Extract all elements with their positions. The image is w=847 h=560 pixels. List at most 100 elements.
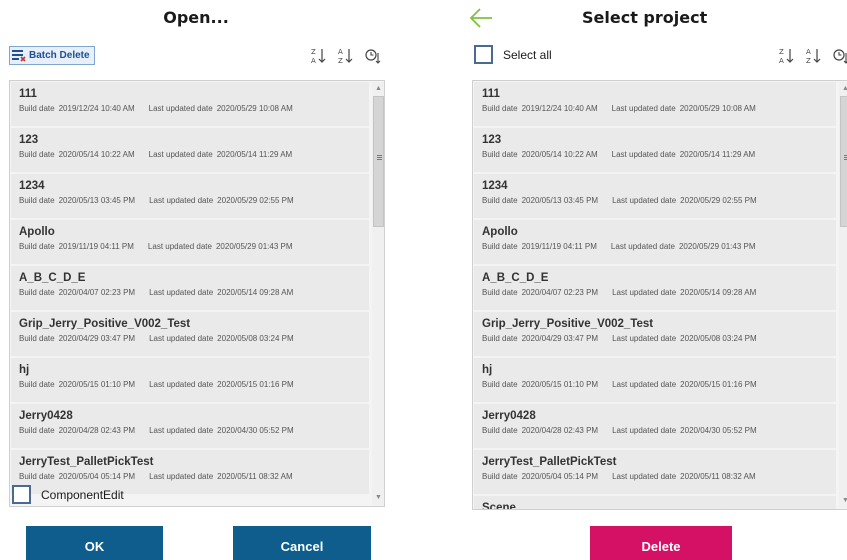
- project-dates: Build date 2020/04/28 02:43 PM Last update…: [482, 425, 836, 437]
- component-edit-checkbox[interactable]: ComponentEdit: [12, 485, 124, 504]
- build-date-value: 2020/04/28 02:43 PM: [521, 426, 599, 435]
- build-date-value: 2020/05/04 05:14 PM: [521, 472, 599, 481]
- project-dates: Build date 2019/12/24 10:40 AM Last update…: [19, 103, 369, 115]
- list-item[interactable]: 1234 Build date 2020/05/13 03:45 PM Last up…: [11, 174, 369, 218]
- sort-a-z-icon[interactable]: AZ: [338, 47, 354, 65]
- list-item[interactable]: Jerry0428 Build date 2020/04/28 02:43 PM La…: [474, 404, 836, 448]
- list-item[interactable]: A_B_C_D_E Build date 2020/04/07 02:23 PM La…: [11, 266, 369, 310]
- list-item[interactable]: hj Build date 2020/05/15 01:10 PM Last upda…: [474, 358, 836, 402]
- project-name: Jerry0428: [19, 410, 73, 422]
- sort-by-time-icon[interactable]: [365, 47, 381, 65]
- build-date-label: Build date: [482, 426, 518, 435]
- project-name: 123: [482, 134, 502, 146]
- project-dates: Build date 2019/12/24 10:40 AM Last update…: [482, 103, 836, 115]
- scroll-down-icon[interactable]: ▼: [839, 494, 847, 508]
- build-date-value: 2020/05/14 10:22 AM: [521, 150, 598, 159]
- sort-z-a-icon[interactable]: ZA: [311, 47, 327, 65]
- build-date-value: 2020/04/28 02:43 PM: [58, 426, 136, 435]
- project-list-items: 111 Build date 2019/12/24 10:40 AM Last upd…: [474, 82, 836, 509]
- list-item[interactable]: 111 Build date 2019/12/24 10:40 AM Last upd…: [474, 82, 836, 126]
- project-dates: Build date 2020/05/15 01:10 PM Last update…: [19, 379, 369, 391]
- build-date-label: Build date: [19, 104, 55, 113]
- scrollbar[interactable]: ▲ ▼: [839, 82, 847, 508]
- updated-date-value: 2020/05/11 08:32 AM: [680, 472, 756, 481]
- list-item[interactable]: 111 Build date 2019/12/24 10:40 AM Last upd…: [11, 82, 369, 126]
- build-date-value: 2020/05/14 10:22 AM: [58, 150, 135, 159]
- list-item[interactable]: 1234 Build date 2020/05/13 03:45 PM Last up…: [474, 174, 836, 218]
- list-item[interactable]: Apollo Build date 2019/11/19 04:11 PM Last …: [11, 220, 369, 264]
- project-name: Grip_Jerry_Positive_V002_Test: [482, 318, 654, 330]
- project-dates: Build date 2020/05/04 05:14 PM Last update…: [19, 471, 369, 483]
- checkbox-icon[interactable]: [474, 45, 493, 64]
- project-dates: Build date 2020/05/13 03:45 PM Last update…: [482, 195, 836, 207]
- build-date-label: Build date: [482, 334, 518, 343]
- updated-date-value: 2020/05/29 10:08 AM: [679, 104, 756, 113]
- build-date-value: 2019/11/19 04:11 PM: [58, 242, 134, 251]
- build-date-label: Build date: [482, 150, 518, 159]
- scroll-down-icon[interactable]: ▼: [372, 491, 384, 505]
- sort-a-z-icon[interactable]: AZ: [806, 47, 822, 65]
- updated-date-value: 2020/05/15 01:16 PM: [680, 380, 757, 389]
- select-all-checkbox[interactable]: Select all: [474, 45, 552, 64]
- build-date-label: Build date: [482, 196, 518, 205]
- list-item[interactable]: Scene: [474, 496, 836, 509]
- project-dates: Build date 2020/04/07 02:23 PM Last update…: [19, 287, 369, 299]
- sort-z-a-icon[interactable]: ZA: [779, 47, 795, 65]
- build-date-value: 2019/12/24 10:40 AM: [521, 104, 598, 113]
- project-dates: Build date 2019/11/19 04:11 PM Last update…: [482, 241, 836, 253]
- project-dates: Build date 2020/04/28 02:43 PM Last update…: [19, 425, 369, 437]
- list-item[interactable]: JerryTest_PalletPickTest Build date 2020/0…: [474, 450, 836, 494]
- build-date-label: Build date: [482, 288, 518, 297]
- scroll-up-icon[interactable]: ▲: [839, 82, 847, 96]
- svg-text:Z: Z: [311, 48, 316, 56]
- updated-date-value: 2020/05/11 08:32 AM: [217, 472, 293, 481]
- batch-delete-button[interactable]: Batch Delete: [9, 46, 95, 65]
- build-date-value: 2020/05/15 01:10 PM: [58, 380, 136, 389]
- open-dialog: Open... Batch Delete ZA AZ 111 Build date…: [0, 0, 392, 560]
- back-arrow-icon[interactable]: [468, 6, 494, 30]
- select-project-dialog: Select project Select all ZA AZ 111 Build…: [462, 0, 847, 560]
- sort-by-time-icon[interactable]: [833, 47, 847, 65]
- build-date-value: 2019/11/19 04:11 PM: [521, 242, 597, 251]
- checkbox-icon[interactable]: [12, 485, 31, 504]
- select-all-label: Select all: [503, 47, 552, 62]
- list-item[interactable]: Grip_Jerry_Positive_V002_Test Build date 2…: [11, 312, 369, 356]
- build-date-value: 2020/04/07 02:23 PM: [58, 288, 136, 297]
- scroll-thumb[interactable]: [840, 96, 847, 227]
- sort-toolbar: ZA AZ: [311, 47, 381, 65]
- updated-date-label: Last updated date: [147, 242, 212, 251]
- build-date-label: Build date: [19, 380, 55, 389]
- build-date-label: Build date: [19, 196, 55, 205]
- list-item[interactable]: A_B_C_D_E Build date 2020/04/07 02:23 PM La…: [474, 266, 836, 310]
- project-name: 123: [19, 134, 39, 146]
- dialog-title: Open...: [163, 8, 229, 27]
- list-item[interactable]: Jerry0428 Build date 2020/04/28 02:43 PM La…: [11, 404, 369, 448]
- ok-button[interactable]: OK: [26, 526, 163, 560]
- list-item[interactable]: Apollo Build date 2019/11/19 04:11 PM Last …: [474, 220, 836, 264]
- build-date-label: Build date: [19, 426, 55, 435]
- delete-button[interactable]: Delete: [590, 526, 732, 560]
- updated-date-value: 2020/04/30 05:52 PM: [680, 426, 757, 435]
- project-name: Apollo: [19, 226, 55, 238]
- project-dates: Build date 2020/05/04 05:14 PM Last update…: [482, 471, 836, 483]
- svg-text:A: A: [806, 48, 811, 56]
- build-date-label: Build date: [19, 288, 55, 297]
- scroll-up-icon[interactable]: ▲: [372, 82, 384, 96]
- build-date-label: Build date: [19, 334, 55, 343]
- updated-date-value: 2020/05/29 01:43 PM: [215, 242, 293, 251]
- project-list: 111 Build date 2019/12/24 10:40 AM Last upd…: [472, 80, 847, 510]
- build-date-label: Build date: [482, 242, 518, 251]
- list-item[interactable]: 123 Build date 2020/05/14 10:22 AM Last upd…: [474, 128, 836, 172]
- updated-date-value: 2020/05/15 01:16 PM: [217, 380, 294, 389]
- project-dates: Build date 2019/11/19 04:11 PM Last update…: [19, 241, 369, 253]
- batch-delete-icon: [12, 50, 26, 62]
- list-item[interactable]: 123 Build date 2020/05/14 10:22 AM Last upd…: [11, 128, 369, 172]
- list-item[interactable]: Grip_Jerry_Positive_V002_Test Build date 2…: [474, 312, 836, 356]
- cancel-button[interactable]: Cancel: [233, 526, 371, 560]
- project-dates: Build date 2020/05/14 10:22 AM Last update…: [482, 149, 836, 161]
- project-name: Grip_Jerry_Positive_V002_Test: [19, 318, 191, 330]
- updated-date-label: Last updated date: [148, 104, 213, 113]
- list-item[interactable]: hj Build date 2020/05/15 01:10 PM Last upda…: [11, 358, 369, 402]
- scrollbar[interactable]: ▲ ▼: [372, 82, 384, 505]
- scroll-thumb[interactable]: [373, 96, 384, 227]
